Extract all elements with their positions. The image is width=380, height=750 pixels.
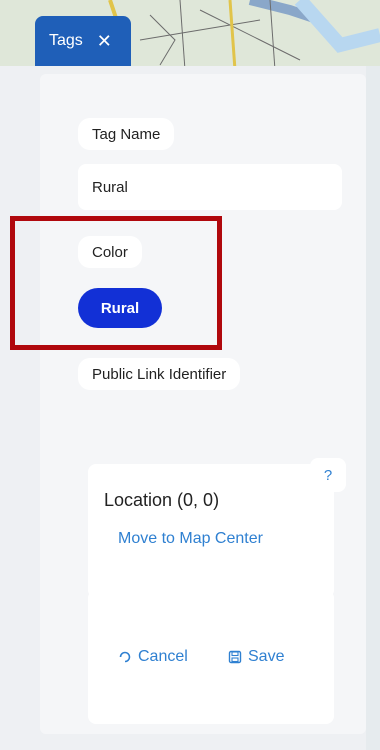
- refresh-icon: [119, 651, 131, 663]
- tab-tags[interactable]: Tags ✕: [35, 16, 131, 66]
- tab-label: Tags: [49, 32, 83, 49]
- move-to-map-center-link[interactable]: Move to Map Center: [118, 530, 263, 548]
- action-box: Cancel Save: [88, 590, 334, 724]
- tag-panel: Tag Name Rural Color Rural Public Link I…: [24, 66, 366, 750]
- tag-form-card: Tag Name Rural Color Rural Public Link I…: [40, 74, 366, 734]
- location-box: Location (0, 0) Move to Map Center: [88, 464, 334, 598]
- map-edge: [366, 66, 380, 750]
- public-link-label: Public Link Identifier: [78, 358, 241, 390]
- highlight-box: [10, 216, 222, 350]
- tag-name-input[interactable]: Rural: [78, 164, 342, 210]
- cancel-button[interactable]: Cancel: [118, 648, 188, 666]
- cancel-label: Cancel: [138, 648, 188, 665]
- help-button[interactable]: ?: [310, 458, 346, 492]
- app-root: Tags ✕ Tag Name Rural Color Rural Public…: [0, 0, 380, 750]
- save-button[interactable]: Save: [228, 648, 284, 666]
- save-label: Save: [248, 648, 285, 665]
- tag-name-label: Tag Name: [78, 118, 175, 150]
- save-icon: [228, 650, 242, 664]
- left-strip: [0, 66, 24, 750]
- location-title: Location (0, 0): [104, 490, 220, 510]
- close-icon[interactable]: ✕: [97, 32, 112, 50]
